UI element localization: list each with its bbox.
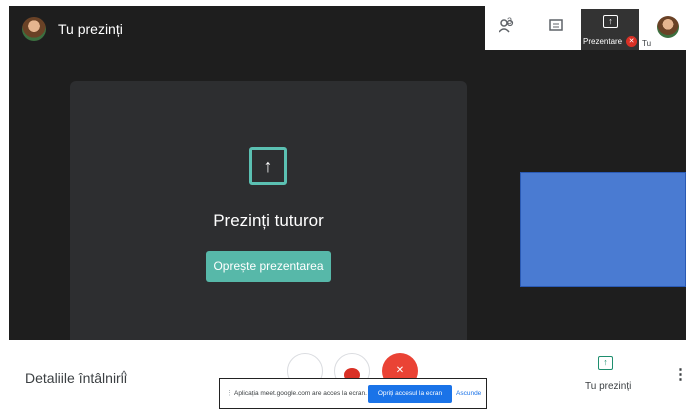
present-icon: ↑ bbox=[603, 15, 618, 28]
chevron-up-icon[interactable]: ^ bbox=[121, 368, 127, 383]
stop-presenting-button[interactable]: Oprește prezentarea bbox=[206, 251, 331, 282]
presenting-title: Prezinți tuturor bbox=[213, 211, 324, 230]
page-title: Tu prezinți bbox=[58, 21, 123, 37]
shared-screen-tile bbox=[520, 172, 686, 287]
stop-sharing-button[interactable]: Opriți accesul la ecran bbox=[368, 385, 452, 403]
chat-icon[interactable] bbox=[549, 19, 563, 37]
more-options-icon[interactable]: ⋮ bbox=[673, 365, 686, 383]
user-avatar bbox=[22, 17, 46, 41]
present-now-label[interactable]: Tu prezinți bbox=[585, 381, 631, 392]
banner-text: Aplicația meet.google.com are acces la e… bbox=[234, 390, 367, 397]
self-label: Tu bbox=[642, 39, 652, 48]
hide-link[interactable]: Ascunde bbox=[456, 390, 481, 397]
screen-share-banner: ⋮ Aplicația meet.google.com are acces la… bbox=[219, 378, 487, 409]
presentation-thumbnail[interactable]: ↑ Prezentare ✕ bbox=[581, 9, 639, 50]
muted-mic-icon: ✕ bbox=[626, 36, 637, 47]
present-now-icon[interactable]: ↑ bbox=[598, 356, 613, 370]
presentation-label: Prezentare bbox=[583, 37, 623, 46]
self-avatar[interactable] bbox=[657, 16, 679, 38]
people-count: 3 bbox=[507, 16, 513, 26]
present-screen-icon: ↑ bbox=[249, 147, 287, 185]
top-right-panel: 3 ↑ Prezentare ✕ Tu bbox=[485, 6, 686, 50]
meeting-details-button[interactable]: Detaliile întâlnirii bbox=[25, 370, 127, 386]
drag-handle-icon[interactable]: ⋮ bbox=[226, 389, 233, 397]
